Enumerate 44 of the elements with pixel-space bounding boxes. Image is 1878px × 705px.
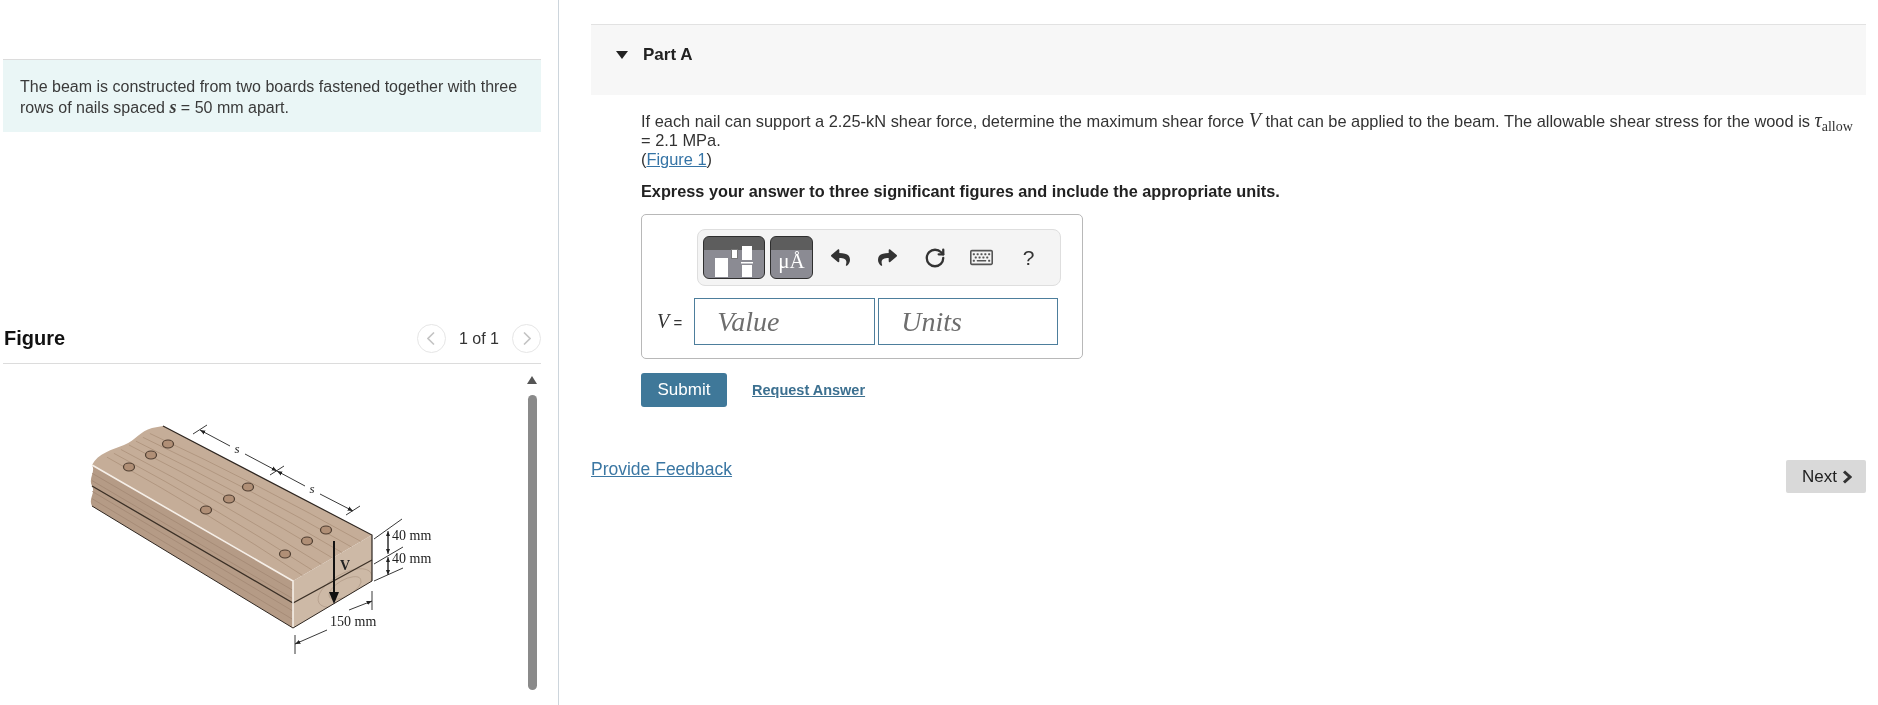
nail-head — [199, 505, 213, 515]
feedback-link[interactable]: Provide Feedback — [591, 460, 733, 478]
question-text: If each nail can support a 2.25-kN shear force, determine the maximum shear force V that can be applied to the beam. The allowable shear stress for the wood is τ$_{allow}$ = 2.1 MPa. (Figure 1) — [641, 111, 1854, 169]
template-icon — [714, 245, 754, 278]
next-button[interactable]: Next — [1786, 460, 1866, 493]
force-arrow — [329, 540, 339, 604]
nail-head — [241, 482, 255, 492]
reset-icon — [923, 246, 946, 269]
chevron-right-icon — [1842, 469, 1852, 484]
scrollbar-thumb[interactable] — [527, 395, 537, 690]
force-label: V — [340, 558, 351, 573]
redo-icon — [878, 248, 897, 267]
chevron-left-icon — [427, 332, 436, 345]
templates-button[interactable] — [703, 236, 765, 279]
nail-head — [122, 462, 136, 472]
scroll-up-icon[interactable] — [527, 376, 537, 384]
dimension-label: 40 mm — [392, 528, 432, 543]
nail-head — [319, 525, 333, 535]
nail-head — [144, 450, 158, 460]
undo-icon — [831, 248, 850, 267]
submit-button[interactable]: Submit — [641, 373, 727, 407]
value-field[interactable]: Value — [694, 298, 876, 345]
part-header[interactable]: Part A — [591, 24, 1866, 95]
page-count: 1 of 1 — [458, 329, 499, 348]
dimension-label: 150 mm — [330, 614, 377, 629]
nail-head — [161, 439, 175, 449]
spacing-label: s — [234, 441, 240, 456]
part-title: Part A — [643, 45, 693, 65]
variable-label: V = — [657, 310, 683, 333]
nail-head — [300, 536, 314, 546]
dimension-line — [373, 546, 404, 582]
chevron-right-icon — [522, 332, 531, 345]
figure-link[interactable]: Figure 1 — [646, 150, 707, 168]
problem-text: The beam is constructed from two boards fastened together with three rows of nails spaced s = 50 mm apart. — [20, 77, 519, 118]
request-answer-link[interactable]: Request Answer — [752, 382, 866, 398]
help-button[interactable]: ? — [1005, 236, 1052, 279]
nail-head — [278, 549, 292, 559]
nail-head — [222, 494, 236, 504]
units-field[interactable]: Units — [878, 298, 1059, 345]
figure-title: Figure — [4, 327, 66, 350]
symbols-button[interactable]: μÅ — [770, 236, 813, 279]
spacing-label: s — [309, 481, 315, 496]
dimension-label: 40 mm — [392, 551, 432, 566]
instruction-text: Express your answer to three significant figures and include the appropriate units. — [641, 181, 1281, 201]
